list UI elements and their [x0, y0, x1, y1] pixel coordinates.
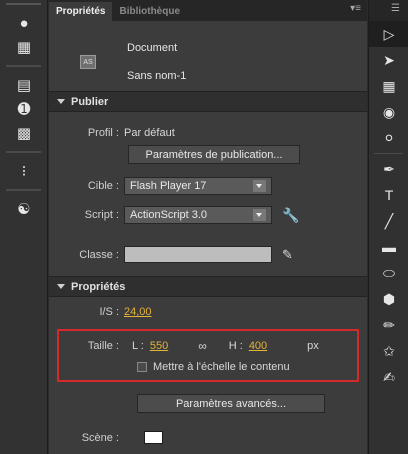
tab-properties[interactable]: Propriétés [49, 2, 113, 21]
publish-settings-row: Paramètres de publication... [49, 145, 367, 164]
properties-section-header[interactable]: Propriétés [49, 276, 367, 297]
swatches-icon[interactable]: ☯ [0, 197, 48, 221]
collapse-arrow-icon [57, 284, 65, 289]
class-row: Classe : ✎ [49, 246, 367, 263]
text-tool-icon[interactable]: T [369, 182, 408, 208]
edit-class-pencil-icon[interactable]: ✎ [282, 247, 293, 263]
chevron-down-icon [253, 209, 266, 221]
document-name: Sans nom-1 [127, 70, 187, 82]
fps-label: I/S : [99, 306, 119, 318]
brush-tool-icon[interactable]: ✩ [369, 338, 408, 364]
panel-tabbar: Propriétés Bibliothèque ▾≡ [49, 0, 367, 21]
properties-section-title: Propriétés [71, 280, 126, 293]
oval-tool-icon[interactable]: ⬭ [369, 260, 408, 286]
advanced-settings-button[interactable]: Paramètres avancés... [137, 394, 325, 413]
document-type: Document [127, 42, 178, 54]
target-label: Cible : [87, 180, 119, 192]
stage-label: Scène : [81, 431, 119, 444]
collapse-arrow-icon [57, 99, 65, 104]
transform-icon[interactable]: ▩ [0, 121, 48, 145]
lasso-tool-icon[interactable]: ⚪ [369, 125, 408, 151]
publish-section-header[interactable]: Publier [49, 91, 367, 112]
panel-menu-icon[interactable]: ▾≡ [350, 3, 361, 14]
info-icon[interactable]: ➊ [0, 97, 48, 121]
stage-color-swatch[interactable] [144, 431, 163, 444]
tab-library[interactable]: Bibliothèque [112, 2, 187, 21]
selection-tool-icon[interactable]: ▷ [369, 21, 408, 47]
chevron-down-icon [253, 180, 266, 192]
advanced-settings-row: Paramètres avancés... [49, 394, 367, 413]
dock-grip[interactable] [6, 3, 41, 8]
free-transform-tool-icon[interactable]: ▦ [369, 73, 408, 99]
script-label: Script : [84, 209, 119, 221]
publish-section-title: Publier [71, 95, 109, 108]
toolbar-header: ☰ [369, 0, 408, 21]
dock-divider [6, 151, 41, 153]
paint-brush-tool-icon[interactable]: ✍ [369, 364, 408, 390]
toolbar-divider [374, 153, 403, 154]
line-tool-icon[interactable]: ╱ [369, 208, 408, 234]
publish-settings-button[interactable]: Paramètres de publication... [128, 145, 300, 164]
stage-row: Scène : [49, 431, 367, 444]
properties-panel: Propriétés Bibliothèque ▾≡ AS Document S… [49, 0, 367, 454]
rectangle-tool-icon[interactable]: ▬ [369, 234, 408, 260]
3d-rotation-tool-icon[interactable]: ◉ [369, 99, 408, 125]
wrench-icon[interactable]: 🔧 [282, 207, 299, 224]
profile-value: Par défaut [124, 127, 175, 139]
align-icon[interactable]: ▤ [0, 73, 48, 97]
pencil-tool-icon[interactable]: ✏ [369, 312, 408, 338]
script-value: ActionScript 3.0 [130, 209, 208, 221]
dock-divider [6, 189, 41, 191]
target-row: Cible : Flash Player 17 [49, 177, 367, 195]
components-icon[interactable]: ● [0, 11, 48, 35]
class-label: Classe : [79, 248, 119, 261]
left-panel-dock: ● ▦ ▤ ➊ ▩ ⁝ ☯ [0, 0, 48, 454]
class-input[interactable] [124, 246, 272, 263]
motion-icon[interactable]: ⁝ [0, 159, 48, 183]
profile-row: Profil : Par défaut [49, 125, 367, 141]
profile-label: Profil : [87, 127, 119, 139]
dock-divider [6, 65, 41, 67]
subselection-tool-icon[interactable]: ➤ [369, 47, 408, 73]
pen-tool-icon[interactable]: ✒ [369, 156, 408, 182]
target-dropdown[interactable]: Flash Player 17 [124, 177, 272, 195]
toolbar-menu-icon[interactable]: ☰ [391, 3, 400, 14]
polystar-tool-icon[interactable]: ⬢ [369, 286, 408, 312]
highlight-annotation [57, 329, 359, 382]
tools-toolbar: ☰ ▷ ➤ ▦ ◉ ⚪ ✒ T ╱ ▬ ⬭ ⬢ ✏ ✩ ✍ [368, 0, 408, 454]
target-value: Flash Player 17 [130, 180, 207, 192]
document-header: AS Document Sans nom-1 [49, 21, 367, 91]
script-row: Script : ActionScript 3.0 🔧 [49, 206, 367, 224]
fps-value[interactable]: 24,00 [124, 306, 152, 318]
script-dropdown[interactable]: ActionScript 3.0 [124, 206, 272, 224]
fps-row: I/S : 24,00 [49, 306, 367, 318]
document-icon: AS [80, 55, 96, 69]
grid-icon[interactable]: ▦ [0, 35, 48, 59]
